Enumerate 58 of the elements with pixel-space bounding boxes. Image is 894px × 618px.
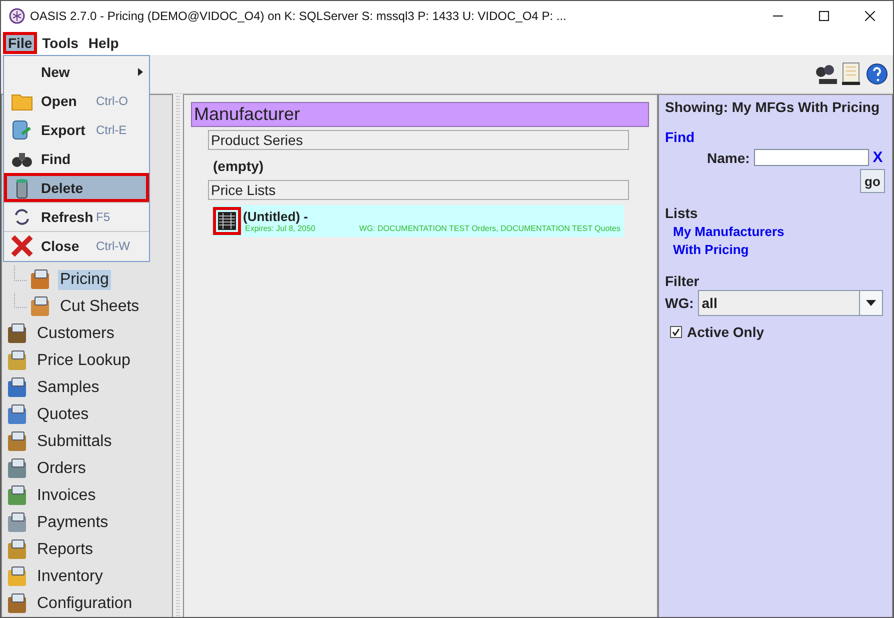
find-heading: Find: [665, 129, 696, 145]
binoculars-icon[interactable]: [813, 62, 837, 86]
clear-button[interactable]: X: [872, 149, 883, 166]
empty-text: (empty): [213, 158, 265, 174]
menu-item[interactable]: Tools: [37, 32, 84, 54]
subsection-header: Price Lists: [208, 180, 629, 200]
checkbox[interactable]: [670, 326, 682, 338]
menu-item[interactable]: File: [3, 32, 38, 54]
tree-connector: [14, 293, 27, 308]
filter-heading: Filter: [665, 273, 700, 289]
nav-item[interactable]: Inventory: [35, 566, 105, 586]
dropdown-arrow-icon: [866, 300, 876, 306]
nav-item[interactable]: Submittals: [35, 432, 114, 452]
work-group-text: WG: DOCUMENTATION TEST Orders, DOCUMENTATION TEST Quotes: [359, 224, 620, 233]
wg-label: WG:: [665, 295, 694, 311]
menu-entry[interactable]: Close Ctrl-W: [4, 231, 149, 260]
showing-label: Showing: My MFGs With Pricing: [665, 99, 881, 115]
tree-connector: [14, 266, 27, 281]
document-icon[interactable]: [839, 62, 863, 86]
menu-item[interactable]: Help: [83, 32, 124, 54]
export-icon: [10, 118, 34, 142]
menu-entry[interactable]: Open Ctrl-O: [4, 86, 149, 115]
submenu-arrow-icon: [138, 68, 143, 76]
price-list-title: (Untitled) -: [243, 209, 309, 224]
list-link[interactable]: My Manufacturers: [673, 224, 784, 239]
menu-entry[interactable]: Export Ctrl-E: [4, 115, 149, 144]
app-logo-icon: [9, 8, 25, 24]
nav-item[interactable]: Orders: [35, 458, 88, 478]
close-icon: [10, 234, 34, 258]
tree-item[interactable]: Cut Sheets: [58, 296, 142, 316]
nav-item[interactable]: Payments: [35, 512, 110, 532]
close-icon: [865, 11, 875, 21]
nav-item[interactable]: Samples: [35, 378, 102, 398]
list-link[interactable]: With Pricing: [673, 242, 749, 257]
menu-entry[interactable]: New: [4, 57, 149, 86]
menu-entry[interactable]: Delete: [4, 173, 149, 202]
nav-item[interactable]: Reports: [35, 540, 96, 560]
help-icon[interactable]: [865, 62, 889, 86]
nav-item[interactable]: Configuration: [35, 594, 134, 614]
go-button[interactable]: go: [860, 169, 885, 193]
nav-item[interactable]: Invoices: [35, 486, 98, 506]
nav-item[interactable]: Quotes: [35, 404, 91, 424]
lists-heading: Lists: [665, 205, 699, 221]
nav-item[interactable]: Price Lookup: [35, 350, 132, 370]
price-list-item[interactable]: (Untitled) - Expires: Jul 8, 2050 WG: DOCUMENTATION TEST Orders, DOCUMENTATION TEST Quotes: [213, 205, 624, 237]
wg-dropdown[interactable]: all: [698, 290, 883, 316]
window-title: OASIS 2.7.0 - Pricing (DEMO@VIDOC_O4) on K: SQLServer S: mssql3 P: 1433 U: VIDOC_O4 P: ...: [30, 9, 566, 23]
maximize-icon: [819, 11, 829, 21]
menu-entry[interactable]: Refresh F5: [4, 202, 149, 231]
subsection-header: Product Series: [208, 130, 629, 150]
checkbox-label: Active Only: [687, 324, 764, 340]
name-label: Name:: [707, 150, 750, 166]
nav-item[interactable]: Customers: [35, 324, 116, 344]
section-header: Manufacturer: [191, 102, 649, 127]
expiry-text: Expires: Jul 8, 2050: [245, 224, 316, 233]
menu-entry[interactable]: Find: [4, 144, 149, 173]
name-field[interactable]: [754, 149, 869, 166]
tree-item[interactable]: Pricing: [58, 270, 111, 290]
